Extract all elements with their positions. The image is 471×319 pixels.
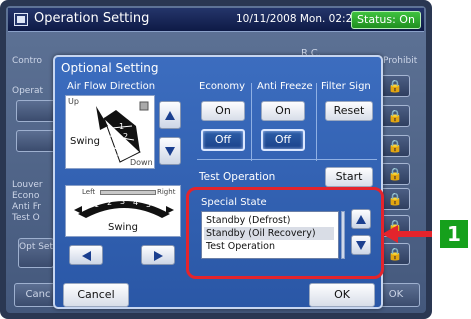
lock-icon: 🔒 xyxy=(380,188,410,210)
test-operation-label: Test Operation xyxy=(199,171,276,183)
title-bar: Operation Setting 10/11/2008 Mon. 02:20 … xyxy=(8,8,424,32)
optional-setting-dialog: Optional Setting Air Flow Direction Up 1… xyxy=(53,55,384,309)
test-operation-start-button[interactable]: Start xyxy=(325,167,373,187)
lock-icon: 🔒 xyxy=(380,243,410,265)
vertical-down-label: Down xyxy=(130,158,153,167)
bg-label-operation: Operat xyxy=(12,86,44,96)
economy-on-button[interactable]: On xyxy=(201,101,245,121)
lock-icon: 🔒 xyxy=(380,105,410,127)
cancel-button[interactable]: Cancel xyxy=(63,283,129,307)
callout-badge: 1 xyxy=(440,220,468,248)
louver-slot xyxy=(100,190,156,195)
arrow-right-icon xyxy=(154,251,163,261)
special-state-highlight xyxy=(186,187,384,279)
horizontal-left-button[interactable] xyxy=(69,245,103,265)
anti-freeze-off-button[interactable]: Off xyxy=(261,129,305,151)
bg-label-antifreeze: Anti Fr xyxy=(12,202,41,212)
status-badge: Status: On xyxy=(351,11,421,29)
divider xyxy=(197,159,377,160)
horizontal-position-label: 1 xyxy=(94,200,100,209)
horizontal-position-label: 5 xyxy=(146,200,152,209)
air-flow-label: Air Flow Direction xyxy=(67,81,156,92)
horizontal-right-button[interactable] xyxy=(141,245,175,265)
economy-off-button[interactable]: Off xyxy=(201,129,245,151)
vertical-up-label: Up xyxy=(68,97,79,106)
bg-button-1 xyxy=(16,100,56,122)
anti-freeze-label: Anti Freeze xyxy=(257,81,313,92)
filter-reset-button[interactable]: Reset xyxy=(325,101,373,121)
vertical-swing-label: Swing xyxy=(70,136,100,147)
horizontal-position-label: 3 xyxy=(120,197,126,206)
vertical-position-label: 1 xyxy=(119,122,125,131)
arrow-up-icon xyxy=(165,111,175,120)
horizontal-position-label: 4 xyxy=(133,198,139,207)
window-icon xyxy=(14,13,28,26)
vertical-air-flow-panel: Up 1 2 3 4 Swing Down xyxy=(65,95,155,169)
lock-icon: 🔒 xyxy=(380,75,410,97)
horizontal-position-label: 2 xyxy=(107,198,113,207)
divider xyxy=(316,83,317,161)
horizontal-air-flow-panel: Left Right 1 2 3 4 5 Swing xyxy=(65,185,181,237)
ok-button[interactable]: OK xyxy=(309,283,375,307)
vertical-up-button[interactable] xyxy=(159,101,181,129)
horizontal-left-label: Left xyxy=(82,188,96,196)
divider xyxy=(251,83,252,161)
arrow-left-icon xyxy=(82,251,91,261)
bg-label-louver: Louver xyxy=(12,180,43,190)
horizontal-right-label: Right xyxy=(157,188,176,196)
anti-freeze-on-button[interactable]: On xyxy=(261,101,305,121)
vertical-position-label: 2 xyxy=(123,132,129,141)
bg-label-test: Test O xyxy=(12,213,40,223)
vertical-position-label: 3 xyxy=(122,142,128,151)
arrow-down-icon xyxy=(165,147,175,156)
filter-sign-label: Filter Sign xyxy=(321,81,371,92)
bg-label-prohibit: Prohibit xyxy=(383,56,418,66)
bg-label-control: Contro xyxy=(12,56,43,66)
lock-icon: 🔒 xyxy=(380,163,410,185)
bg-label-economy: Econo xyxy=(12,191,40,201)
horizontal-swing-label: Swing xyxy=(108,222,138,233)
lock-icon: 🔒 xyxy=(380,135,410,157)
bg-button-2 xyxy=(16,130,56,152)
dialog-title: Optional Setting xyxy=(61,61,159,75)
callout-arrow-icon xyxy=(382,225,432,243)
bg-optional-setting-button: Opt Set xyxy=(18,238,54,268)
vertical-position-label: 4 xyxy=(117,150,123,159)
vertical-down-button[interactable] xyxy=(159,137,181,165)
window-title: Operation Setting xyxy=(34,11,150,26)
economy-label: Economy xyxy=(199,81,246,92)
